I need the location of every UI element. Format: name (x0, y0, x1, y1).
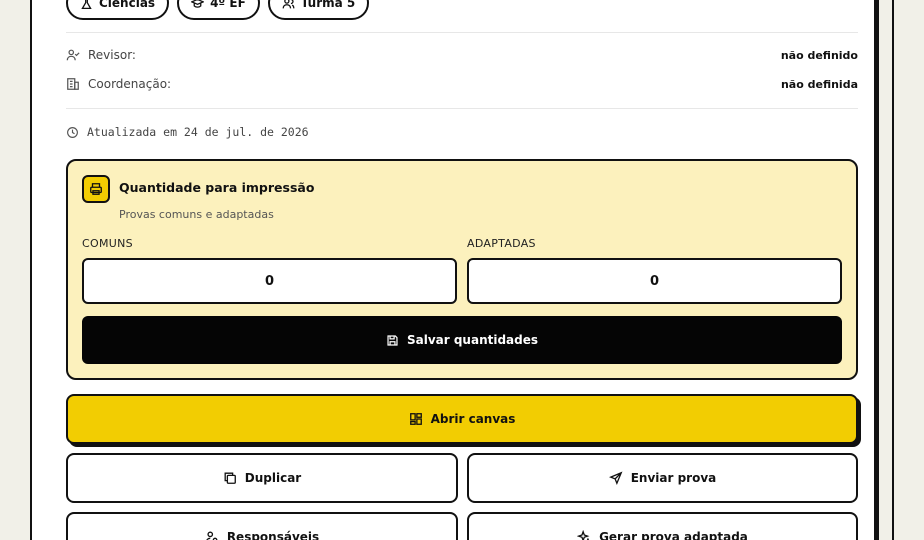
tag-subject[interactable]: Ciências (66, 0, 170, 20)
exam-card: Ciências 4º EF Turma 5 Revisor: não defi… (32, 0, 874, 540)
common-quantity-input[interactable] (82, 258, 457, 304)
print-panel-title: Quantidade para impressão (119, 180, 315, 195)
responsibles-label: Responsáveis (226, 530, 320, 540)
printer-icon-badge (82, 175, 110, 203)
users-icon (282, 0, 295, 8)
send-exam-button[interactable]: Enviar prova (467, 453, 858, 503)
reviewer-label: Revisor: (88, 48, 136, 62)
print-quantity-panel: Quantidade para impressão Provas comuns … (66, 159, 858, 380)
reviewer-row: Revisor: não definido (66, 48, 858, 62)
sparkles-icon (577, 530, 590, 540)
scrollbar-track[interactable] (892, 0, 894, 540)
flask-icon (81, 0, 92, 9)
adapted-quantity-label: ADAPTADAS (467, 237, 536, 250)
tag-subject-label: Ciências (99, 0, 156, 10)
user-check-icon (66, 49, 80, 61)
updated-text: Atualizada em 24 de jul. de 2026 (87, 125, 309, 139)
building-icon (67, 78, 79, 90)
updated-row: Atualizada em 24 de jul. de 2026 (66, 125, 309, 139)
user-cog-icon (205, 531, 218, 540)
open-canvas-button[interactable]: Abrir canvas (66, 394, 858, 444)
coordination-value: não definida (780, 77, 858, 91)
open-canvas-label: Abrir canvas (430, 412, 516, 426)
coordination-label: Coordenação: (88, 77, 172, 91)
clock-icon (67, 126, 78, 138)
coordination-row: Coordenação: não definida (66, 77, 858, 91)
print-panel-subtitle: Provas comuns e adaptadas (119, 208, 274, 221)
tag-list: Ciências 4º EF Turma 5 (66, 0, 858, 20)
tag-grade-label: 4º EF (210, 0, 246, 10)
frame-border-right (874, 0, 879, 540)
adapted-quantity-input[interactable] (467, 258, 842, 304)
tag-class[interactable]: Turma 5 (267, 0, 370, 20)
copy-icon (224, 472, 236, 484)
responsibles-button[interactable]: Responsáveis (66, 512, 458, 540)
common-quantity-label: COMUNS (82, 237, 133, 250)
divider (66, 108, 858, 109)
duplicate-button[interactable]: Duplicar (66, 453, 458, 503)
save-icon (387, 334, 398, 346)
generate-adapted-label: Gerar prova adaptada (599, 530, 748, 540)
save-quantities-button[interactable]: Salvar quantidades (82, 316, 842, 364)
layout-dashboard-icon (409, 413, 422, 425)
tag-grade[interactable]: 4º EF (177, 0, 260, 20)
save-quantities-label: Salvar quantidades (406, 333, 539, 347)
reviewer-value: não definido (780, 48, 858, 62)
tag-class-label: Turma 5 (300, 0, 356, 10)
generate-adapted-button[interactable]: Gerar prova adaptada (467, 512, 858, 540)
printer-icon (90, 183, 102, 195)
duplicate-label: Duplicar (244, 471, 302, 485)
send-exam-label: Enviar prova (630, 471, 717, 485)
divider (66, 32, 858, 33)
send-icon (608, 471, 623, 485)
graduation-cap-icon (191, 0, 205, 8)
